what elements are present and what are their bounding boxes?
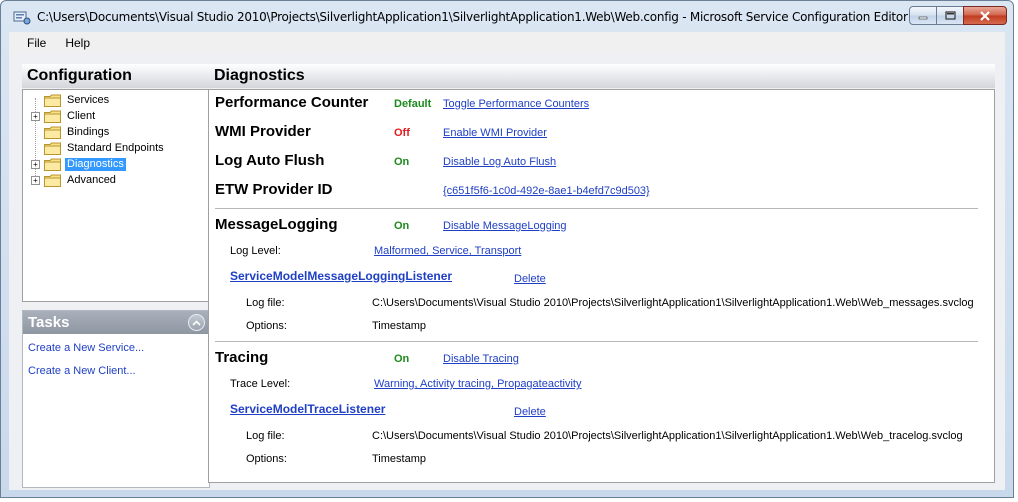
message-logging-status: On: [394, 220, 410, 232]
maximize-button[interactable]: [936, 6, 964, 25]
tracing-status: On: [394, 353, 410, 365]
etw-provider-id-link[interactable]: {c651f5f6-1c0d-492e-8ae1-b4efd7c9d503}: [443, 185, 650, 197]
wmi-provider-label: WMI Provider: [215, 123, 311, 140]
tasks-panel: Tasks Create a New Service... Create a N…: [22, 310, 210, 488]
menu-help[interactable]: Help: [55, 36, 99, 50]
caption-buttons: [909, 6, 1007, 25]
trace-options-label: Options:: [246, 453, 287, 465]
performance-counter-status: Default: [394, 98, 432, 110]
wmi-provider-status: Off: [394, 127, 410, 139]
folder-icon: [44, 94, 61, 107]
tasks-header[interactable]: Tasks: [23, 311, 209, 334]
close-button[interactable]: [963, 6, 1007, 25]
message-logging-row: MessageLogging On Disable MessageLogging: [209, 216, 994, 236]
message-logging-label: MessageLogging: [215, 216, 338, 233]
window-title: C:\Users\Documents\Visual Studio 2010\Pr…: [37, 10, 908, 24]
log-level-link[interactable]: Malformed, Service, Transport: [374, 245, 521, 257]
menu-file[interactable]: File: [9, 36, 55, 50]
app-window: C:\Users\Documents\Visual Studio 2010\Pr…: [0, 0, 1014, 498]
delete-trace-listener-link[interactable]: Delete: [514, 406, 546, 418]
close-icon: [980, 10, 990, 21]
etw-provider-row: ETW Provider ID {c651f5f6-1c0d-492e-8ae1…: [209, 181, 994, 201]
collapse-icon[interactable]: [188, 314, 205, 331]
delete-message-listener-link[interactable]: Delete: [514, 273, 546, 285]
message-options-label: Options:: [246, 320, 287, 332]
tree-label-advanced: Advanced: [67, 174, 116, 186]
trace-log-file-value: C:\Users\Documents\Visual Studio 2010\Pr…: [372, 430, 963, 442]
log-auto-flush-label: Log Auto Flush: [215, 152, 325, 169]
configuration-tree[interactable]: Services + Client Bindings Standard Endp…: [22, 89, 210, 302]
tree-label-diagnostics: Diagnostics: [65, 158, 126, 171]
trace-options-value: Timestamp: [372, 453, 426, 465]
message-options-value: Timestamp: [372, 320, 426, 332]
trace-listener-link[interactable]: ServiceModelTraceListener: [230, 402, 385, 416]
performance-counter-label: Performance Counter: [215, 94, 369, 111]
disable-tracing-link[interactable]: Disable Tracing: [443, 353, 519, 365]
message-logging-listener-link[interactable]: ServiceModelMessageLoggingListener: [230, 269, 452, 283]
folder-icon: [44, 110, 61, 123]
performance-counter-row: Performance Counter Default Toggle Perfo…: [209, 94, 994, 114]
menu-bar: File Help: [9, 32, 1005, 54]
log-auto-flush-status: On: [394, 156, 410, 168]
tree-label-services: Services: [67, 94, 110, 106]
expand-icon[interactable]: +: [31, 160, 40, 169]
disable-log-auto-flush-link[interactable]: Disable Log Auto Flush: [443, 156, 556, 168]
enable-wmi-provider-link[interactable]: Enable WMI Provider: [443, 127, 547, 139]
message-log-file-label: Log file:: [246, 297, 285, 309]
minimize-button[interactable]: [909, 6, 937, 25]
trace-level-label: Trace Level:: [230, 378, 291, 390]
section-divider: [215, 341, 978, 342]
expand-icon[interactable]: +: [31, 112, 40, 121]
chevron-up-icon: [192, 320, 201, 326]
client-area: Configuration Services + Client Bindings…: [9, 54, 1005, 490]
folder-icon: [44, 142, 61, 155]
etw-provider-label: ETW Provider ID: [215, 181, 333, 198]
minimize-icon: [918, 16, 928, 19]
trace-log-file-label: Log file:: [246, 430, 285, 442]
tree-label-bindings: Bindings: [67, 126, 110, 138]
configuration-header: Configuration: [22, 64, 210, 88]
maximize-icon: [944, 11, 956, 20]
title-bar[interactable]: C:\Users\Documents\Visual Studio 2010\Pr…: [1, 1, 1013, 31]
toggle-performance-counters-link[interactable]: Toggle Performance Counters: [443, 98, 589, 110]
diagnostics-header: Diagnostics: [209, 64, 995, 88]
tracing-label: Tracing: [215, 349, 269, 366]
app-icon: [13, 11, 31, 25]
message-log-file-value: C:\Users\Documents\Visual Studio 2010\Pr…: [372, 297, 974, 309]
create-new-client-link[interactable]: Create a New Client...: [23, 364, 209, 378]
trace-level-link[interactable]: Warning, Activity tracing, Propagateacti…: [374, 378, 581, 390]
log-auto-flush-row: Log Auto Flush On Disable Log Auto Flush: [209, 152, 994, 172]
section-divider: [215, 208, 978, 209]
folder-icon: [44, 126, 61, 139]
tree-label-client: Client: [67, 110, 96, 122]
log-level-label: Log Level:: [230, 245, 281, 257]
tree-label-standard-endpoints: Standard Endpoints: [67, 142, 164, 154]
create-new-service-link[interactable]: Create a New Service...: [23, 341, 209, 355]
tasks-title: Tasks: [28, 314, 70, 331]
folder-icon: [44, 174, 61, 187]
expand-icon[interactable]: +: [31, 176, 40, 185]
wmi-provider-row: WMI Provider Off Enable WMI Provider: [209, 123, 994, 143]
folder-icon: [44, 158, 61, 171]
diagnostics-panel: Performance Counter Default Toggle Perfo…: [208, 89, 995, 483]
tracing-row: Tracing On Disable Tracing: [209, 349, 994, 369]
disable-message-logging-link[interactable]: Disable MessageLogging: [443, 220, 567, 232]
